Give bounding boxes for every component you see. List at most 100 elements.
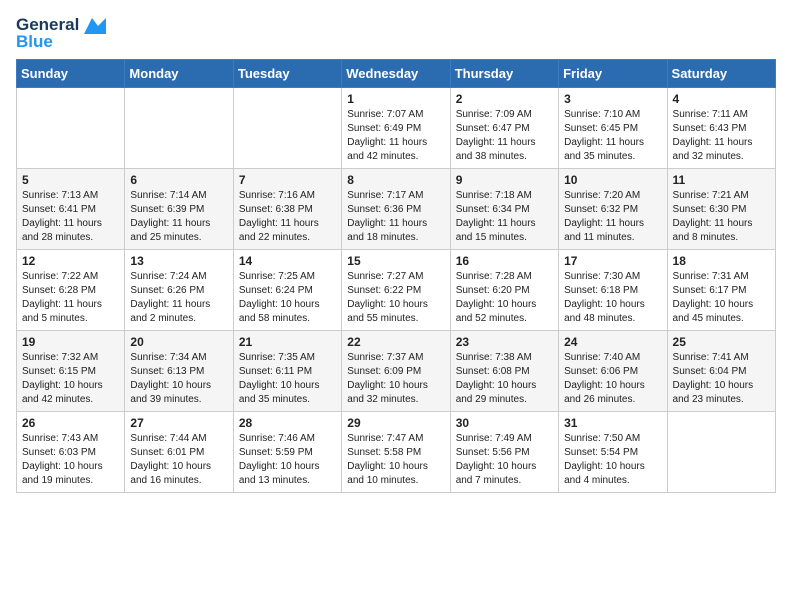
day-number: 7: [239, 173, 336, 187]
col-header-thursday: Thursday: [450, 60, 558, 88]
day-cell: 3 Sunrise: 7:10 AM Sunset: 6:45 PM Daylig…: [559, 88, 667, 169]
day-cell: 9 Sunrise: 7:18 AM Sunset: 6:34 PM Daylig…: [450, 169, 558, 250]
day-cell: 22Sunrise: 7:37 AM Sunset: 6:09 PM Dayli…: [342, 331, 450, 412]
day-number: 29: [347, 416, 444, 430]
day-info: Sunrise: 7:47 AM Sunset: 5:58 PM Dayligh…: [347, 432, 444, 488]
day-number: 17: [564, 254, 661, 268]
week-row-1: 1Sunrise: 7:07 AM Sunset: 6:49 PM Daylig…: [17, 88, 776, 169]
day-number: 28: [239, 416, 336, 430]
day-cell: 5 Sunrise: 7:13 AM Sunset: 6:41 PM Daylig…: [17, 169, 125, 250]
day-cell: 25Sunrise: 7:41 AM Sunset: 6:04 PM Dayli…: [667, 331, 775, 412]
day-info: Sunrise: 7:16 AM Sunset: 6:38 PM Dayligh…: [239, 189, 336, 245]
header-row: SundayMondayTuesdayWednesdayThursdayFrid…: [17, 60, 776, 88]
day-cell: 10Sunrise: 7:20 AM Sunset: 6:32 PM Dayli…: [559, 169, 667, 250]
day-cell: [233, 88, 341, 169]
day-info: Sunrise: 7:14 AM Sunset: 6:39 PM Dayligh…: [130, 189, 227, 245]
day-number: 13: [130, 254, 227, 268]
day-number: 10: [564, 173, 661, 187]
col-header-monday: Monday: [125, 60, 233, 88]
day-number: 31: [564, 416, 661, 430]
col-header-friday: Friday: [559, 60, 667, 88]
day-cell: 16 Sunrise: 7:28 AM Sunset: 6:20 PM Dayli…: [450, 250, 558, 331]
day-cell: 24 Sunrise: 7:40 AM Sunset: 6:06 PM Dayli…: [559, 331, 667, 412]
day-cell: 21Sunrise: 7:35 AM Sunset: 6:11 PM Dayli…: [233, 331, 341, 412]
day-cell: 26 Sunrise: 7:43 AM Sunset: 6:03 PM Dayli…: [17, 412, 125, 493]
day-info: Sunrise: 7:27 AM Sunset: 6:22 PM Dayligh…: [347, 270, 444, 326]
day-cell: 20 Sunrise: 7:34 AM Sunset: 6:13 PM Dayli…: [125, 331, 233, 412]
day-number: 14: [239, 254, 336, 268]
logo-icon: [84, 18, 106, 34]
week-row-5: 26 Sunrise: 7:43 AM Sunset: 6:03 PM Dayli…: [17, 412, 776, 493]
day-info: Sunrise: 7:17 AM Sunset: 6:36 PM Dayligh…: [347, 189, 444, 245]
day-number: 30: [456, 416, 553, 430]
day-cell: 17 Sunrise: 7:30 AM Sunset: 6:18 PM Dayli…: [559, 250, 667, 331]
day-number: 22: [347, 335, 444, 349]
day-cell: [667, 412, 775, 493]
day-number: 12: [22, 254, 119, 268]
day-info: Sunrise: 7:46 AM Sunset: 5:59 PM Dayligh…: [239, 432, 336, 488]
day-info: Sunrise: 7:10 AM Sunset: 6:45 PM Dayligh…: [564, 108, 661, 164]
day-number: 1: [347, 92, 444, 106]
day-info: Sunrise: 7:49 AM Sunset: 5:56 PM Dayligh…: [456, 432, 553, 488]
day-number: 8: [347, 173, 444, 187]
day-info: Sunrise: 7:43 AM Sunset: 6:03 PM Dayligh…: [22, 432, 119, 488]
day-cell: 13Sunrise: 7:24 AM Sunset: 6:26 PM Dayli…: [125, 250, 233, 331]
day-info: Sunrise: 7:30 AM Sunset: 6:18 PM Dayligh…: [564, 270, 661, 326]
day-info: Sunrise: 7:28 AM Sunset: 6:20 PM Dayligh…: [456, 270, 553, 326]
day-info: Sunrise: 7:22 AM Sunset: 6:28 PM Dayligh…: [22, 270, 119, 326]
day-info: Sunrise: 7:11 AM Sunset: 6:43 PM Dayligh…: [673, 108, 770, 164]
week-row-3: 12 Sunrise: 7:22 AM Sunset: 6:28 PM Dayli…: [17, 250, 776, 331]
day-info: Sunrise: 7:35 AM Sunset: 6:11 PM Dayligh…: [239, 351, 336, 407]
day-cell: [17, 88, 125, 169]
day-cell: 8 Sunrise: 7:17 AM Sunset: 6:36 PM Daylig…: [342, 169, 450, 250]
day-number: 23: [456, 335, 553, 349]
day-number: 15: [347, 254, 444, 268]
day-info: Sunrise: 7:13 AM Sunset: 6:41 PM Dayligh…: [22, 189, 119, 245]
day-cell: 23 Sunrise: 7:38 AM Sunset: 6:08 PM Dayli…: [450, 331, 558, 412]
day-cell: 12 Sunrise: 7:22 AM Sunset: 6:28 PM Dayli…: [17, 250, 125, 331]
week-row-4: 19 Sunrise: 7:32 AM Sunset: 6:15 PM Dayli…: [17, 331, 776, 412]
day-number: 9: [456, 173, 553, 187]
logo-blue: Blue: [16, 33, 106, 52]
day-number: 27: [130, 416, 227, 430]
day-cell: [125, 88, 233, 169]
day-cell: 29 Sunrise: 7:47 AM Sunset: 5:58 PM Dayli…: [342, 412, 450, 493]
day-info: Sunrise: 7:18 AM Sunset: 6:34 PM Dayligh…: [456, 189, 553, 245]
day-number: 18: [673, 254, 770, 268]
col-header-wednesday: Wednesday: [342, 60, 450, 88]
day-number: 4: [673, 92, 770, 106]
day-number: 6: [130, 173, 227, 187]
day-info: Sunrise: 7:09 AM Sunset: 6:47 PM Dayligh…: [456, 108, 553, 164]
day-number: 11: [673, 173, 770, 187]
page-header: General Blue: [16, 16, 776, 51]
logo: General Blue: [16, 16, 106, 51]
day-cell: 7 Sunrise: 7:16 AM Sunset: 6:38 PM Daylig…: [233, 169, 341, 250]
day-info: Sunrise: 7:41 AM Sunset: 6:04 PM Dayligh…: [673, 351, 770, 407]
day-info: Sunrise: 7:40 AM Sunset: 6:06 PM Dayligh…: [564, 351, 661, 407]
day-info: Sunrise: 7:25 AM Sunset: 6:24 PM Dayligh…: [239, 270, 336, 326]
day-cell: 18 Sunrise: 7:31 AM Sunset: 6:17 PM Dayli…: [667, 250, 775, 331]
day-cell: 28 Sunrise: 7:46 AM Sunset: 5:59 PM Dayli…: [233, 412, 341, 493]
day-number: 20: [130, 335, 227, 349]
day-cell: 6 Sunrise: 7:14 AM Sunset: 6:39 PM Daylig…: [125, 169, 233, 250]
day-cell: 27 Sunrise: 7:44 AM Sunset: 6:01 PM Dayli…: [125, 412, 233, 493]
day-number: 16: [456, 254, 553, 268]
day-cell: 14 Sunrise: 7:25 AM Sunset: 6:24 PM Dayli…: [233, 250, 341, 331]
day-number: 5: [22, 173, 119, 187]
day-number: 26: [22, 416, 119, 430]
day-number: 24: [564, 335, 661, 349]
day-number: 19: [22, 335, 119, 349]
col-header-sunday: Sunday: [17, 60, 125, 88]
day-number: 3: [564, 92, 661, 106]
day-info: Sunrise: 7:31 AM Sunset: 6:17 PM Dayligh…: [673, 270, 770, 326]
day-info: Sunrise: 7:50 AM Sunset: 5:54 PM Dayligh…: [564, 432, 661, 488]
day-cell: 1Sunrise: 7:07 AM Sunset: 6:49 PM Daylig…: [342, 88, 450, 169]
day-info: Sunrise: 7:32 AM Sunset: 6:15 PM Dayligh…: [22, 351, 119, 407]
day-number: 2: [456, 92, 553, 106]
day-info: Sunrise: 7:44 AM Sunset: 6:01 PM Dayligh…: [130, 432, 227, 488]
day-cell: 4 Sunrise: 7:11 AM Sunset: 6:43 PM Daylig…: [667, 88, 775, 169]
day-cell: 15 Sunrise: 7:27 AM Sunset: 6:22 PM Dayli…: [342, 250, 450, 331]
day-info: Sunrise: 7:34 AM Sunset: 6:13 PM Dayligh…: [130, 351, 227, 407]
day-cell: 31 Sunrise: 7:50 AM Sunset: 5:54 PM Dayli…: [559, 412, 667, 493]
day-info: Sunrise: 7:38 AM Sunset: 6:08 PM Dayligh…: [456, 351, 553, 407]
